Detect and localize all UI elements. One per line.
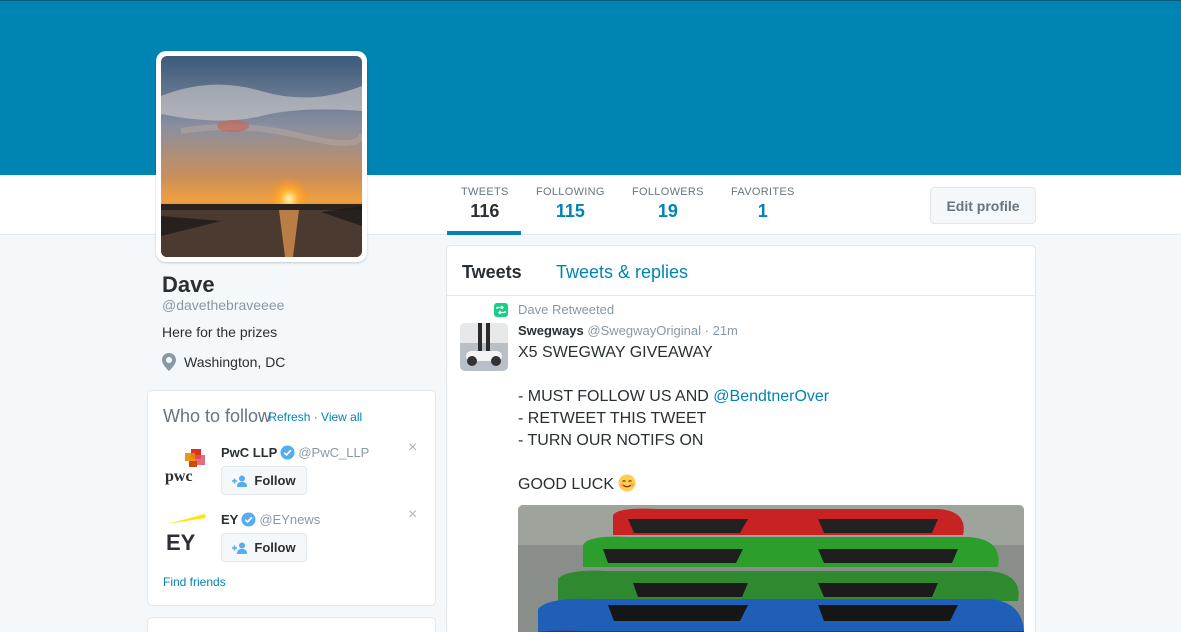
ey-logo-text: EY: [166, 530, 196, 554]
account-name-row: PwC LLP @PwC_LLP: [221, 445, 369, 460]
nav-tweets[interactable]: TWEETS 116: [461, 186, 509, 222]
nav-following[interactable]: FOLLOWING 115: [536, 186, 605, 222]
who-to-follow-card: Who to follow · Refresh · View all pwc P…: [147, 390, 436, 606]
find-friends-link[interactable]: Find friends: [163, 575, 226, 589]
account-handle[interactable]: @PwC_LLP: [298, 445, 369, 460]
tweet-media-image[interactable]: [518, 505, 1024, 632]
tweet-author-avatar[interactable]: [460, 323, 508, 371]
nav-followers-count: 19: [657, 201, 678, 221]
wtf-sep: ·: [310, 410, 322, 424]
pwc-logo-text: pwc: [165, 468, 193, 485]
tweet-line: - RETWEET THIS TWEET: [518, 410, 707, 427]
map-pin-icon: [162, 353, 176, 371]
who-to-follow-links: · Refresh · View all: [261, 410, 362, 424]
profile-location: Washington, DC: [162, 353, 285, 371]
profile-avatar[interactable]: [156, 51, 367, 262]
nav-followers[interactable]: FOLLOWERS 19: [632, 186, 704, 222]
nav-favorites-count: 1: [757, 201, 768, 221]
tweet-header: Swegways @SwegwayOriginal · 21m: [518, 323, 738, 338]
tweet-item[interactable]: Dave Retweeted Swegways @SwegwayOriginal…: [447, 297, 1035, 632]
verified-badge-icon: [280, 445, 295, 460]
follow-button[interactable]: Follow: [221, 533, 307, 562]
pwc-logo-icon[interactable]: pwc: [163, 443, 207, 487]
ey-logo-icon[interactable]: EY: [163, 510, 207, 554]
refresh-link[interactable]: Refresh: [268, 410, 310, 424]
account-handle[interactable]: @EYnews: [259, 512, 320, 527]
tweet-author-handle[interactable]: @SwegwayOriginal: [587, 323, 701, 338]
tweet-author-name[interactable]: Swegways: [518, 323, 584, 338]
timeline-card: Tweets Tweets & replies Dave Retweeted S…: [446, 245, 1036, 632]
smiling-face-emoji-icon: [618, 474, 636, 492]
nav-favorites-label: FAVORITES: [731, 186, 795, 198]
nav-tweets-count: 116: [470, 201, 500, 221]
dismiss-icon[interactable]: ×: [408, 439, 417, 457]
profile-handle[interactable]: @davethebraveeee: [162, 297, 284, 313]
mention-link[interactable]: @BendtnerOver: [713, 388, 829, 405]
add-user-icon: [232, 475, 248, 487]
tab-tweets[interactable]: Tweets: [462, 262, 522, 283]
retweet-context: Dave Retweeted: [494, 302, 614, 317]
follow-button[interactable]: Follow: [221, 466, 307, 495]
follow-button-label: Follow: [254, 540, 296, 555]
account-name[interactable]: EY: [221, 512, 238, 527]
tweet-line-text: - MUST FOLLOW US AND: [518, 388, 714, 405]
retweet-label[interactable]: Dave Retweeted: [518, 302, 614, 317]
tweet-line: - MUST FOLLOW US AND @BendtnerOver: [518, 386, 1028, 408]
avatar-sunset-photo: [161, 56, 362, 257]
account-name-row: EY @EYnews: [221, 512, 320, 527]
nav-following-count: 115: [555, 201, 585, 221]
view-all-link[interactable]: View all: [321, 410, 362, 424]
tweet-line-text: GOOD LUCK: [518, 476, 615, 493]
tweet-text: X5 SWEGWAY GIVEAWAY - MUST FOLLOW US AND…: [518, 342, 1028, 496]
tweet-line: GOOD LUCK: [518, 474, 1028, 496]
profile-location-text: Washington, DC: [184, 354, 286, 370]
tweet-line: X5 SWEGWAY GIVEAWAY: [518, 344, 713, 361]
tab-tweets-and-replies[interactable]: Tweets & replies: [556, 262, 688, 283]
dismiss-icon[interactable]: ×: [408, 506, 417, 524]
nav-tweets-label: TWEETS: [461, 186, 509, 198]
tweet-timestamp[interactable]: · 21m: [705, 323, 738, 338]
who-to-follow-title: Who to follow: [163, 406, 272, 426]
nav-followers-label: FOLLOWERS: [632, 186, 704, 198]
suggested-account: EY EY @EYnews × Follow: [163, 506, 423, 566]
nav-following-label: FOLLOWING: [536, 186, 605, 198]
sidebar-card: [147, 617, 436, 632]
profile-bio: Here for the prizes: [162, 324, 278, 340]
add-user-icon: [232, 542, 248, 554]
profile-name: Dave: [162, 272, 215, 297]
tweet-line: - TURN OUR NOTIFS ON: [518, 432, 704, 449]
account-name[interactable]: PwC LLP: [221, 445, 277, 460]
follow-button-label: Follow: [254, 473, 296, 488]
active-tab-indicator: [447, 231, 521, 235]
nav-favorites[interactable]: FAVORITES 1: [731, 186, 795, 222]
verified-badge-icon: [241, 512, 256, 527]
timeline-tabs: Tweets Tweets & replies: [447, 246, 1035, 296]
retweet-icon: [494, 302, 508, 317]
suggested-account: pwc PwC LLP @PwC_LLP × Follow: [163, 439, 423, 499]
edit-profile-button[interactable]: Edit profile: [930, 187, 1036, 224]
